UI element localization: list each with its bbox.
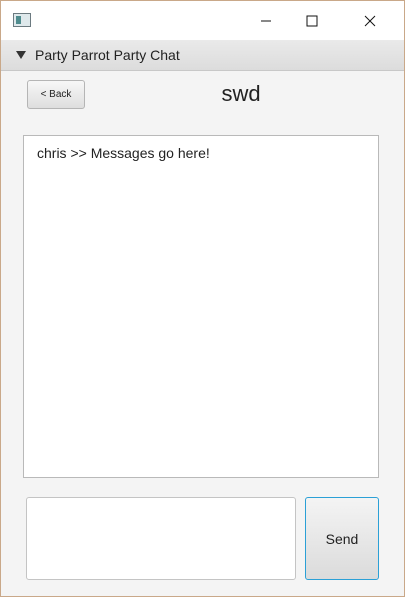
collapsible-menu-bar[interactable]: Party Parrot Party Chat <box>1 40 404 71</box>
app-window: Party Parrot Party Chat < Back swd chris… <box>0 0 405 597</box>
minimize-button[interactable] <box>243 1 289 40</box>
send-button[interactable]: Send <box>305 497 379 580</box>
minimize-icon <box>261 20 271 21</box>
message-input[interactable] <box>26 497 296 580</box>
title-bar <box>1 1 404 40</box>
triangle-down-icon <box>16 51 26 59</box>
maximize-icon <box>306 15 318 26</box>
message-list[interactable]: chris >> Messages go here! <box>23 135 379 478</box>
app-window-icon <box>13 13 31 27</box>
message-item: chris >> Messages go here! <box>37 145 210 161</box>
close-button[interactable] <box>347 1 393 40</box>
maximize-button[interactable] <box>289 1 335 40</box>
close-icon <box>364 15 376 26</box>
room-title: swd <box>221 81 261 106</box>
menu-title: Party Parrot Party Chat <box>35 47 180 63</box>
